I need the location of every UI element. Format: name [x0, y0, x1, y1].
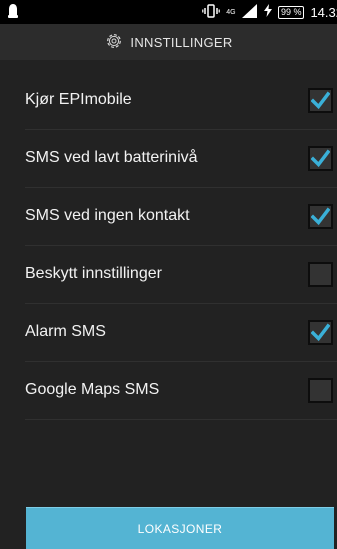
page-title: INNSTILLINGER: [130, 34, 233, 50]
gear-icon: [104, 31, 124, 54]
setting-row-protect-settings[interactable]: Beskytt innstillinger: [25, 246, 337, 304]
status-bar: 4G 99 % 14.32: [0, 0, 337, 24]
setting-checkbox[interactable]: [308, 262, 333, 287]
setting-label: Google Maps SMS: [25, 381, 160, 398]
checkmark-icon: [311, 91, 330, 110]
setting-row-alarm-sms[interactable]: Alarm SMS: [25, 304, 337, 362]
setting-label: SMS ved lavt batterinivå: [25, 149, 198, 166]
checkmark-icon: [311, 323, 330, 342]
setting-label: SMS ved ingen kontakt: [25, 207, 190, 224]
settings-list: Kjør EPImobile SMS ved lavt batterinivå …: [0, 72, 337, 420]
signal-strength-icon: [241, 3, 258, 21]
setting-row-sms-no-contact[interactable]: SMS ved ingen kontakt: [25, 188, 337, 246]
setting-checkbox[interactable]: [308, 204, 333, 229]
setting-row-run-epimobile[interactable]: Kjør EPImobile: [25, 72, 337, 130]
setting-label: Alarm SMS: [25, 323, 106, 340]
setting-checkbox[interactable]: [308, 88, 333, 113]
setting-row-google-maps-sms[interactable]: Google Maps SMS: [25, 362, 337, 420]
setting-label: Beskytt innstillinger: [25, 265, 162, 282]
setting-checkbox[interactable]: [308, 146, 333, 171]
vibrate-icon: [202, 3, 220, 21]
checkmark-icon: [311, 207, 330, 226]
locations-button[interactable]: LOKASJONER: [26, 507, 334, 549]
action-bar: INNSTILLINGER: [0, 24, 337, 60]
charging-bolt-icon: [263, 4, 272, 20]
setting-checkbox[interactable]: [308, 320, 333, 345]
battery-level: 99 %: [277, 5, 305, 19]
notification-icon: [8, 3, 18, 24]
clock: 14.32: [310, 4, 337, 20]
setting-row-sms-low-battery[interactable]: SMS ved lavt batterinivå: [25, 130, 337, 188]
checkmark-icon: [311, 149, 330, 168]
setting-label: Kjør EPImobile: [25, 91, 132, 108]
network-type-indicator: 4G: [226, 8, 236, 16]
setting-checkbox[interactable]: [308, 378, 333, 403]
